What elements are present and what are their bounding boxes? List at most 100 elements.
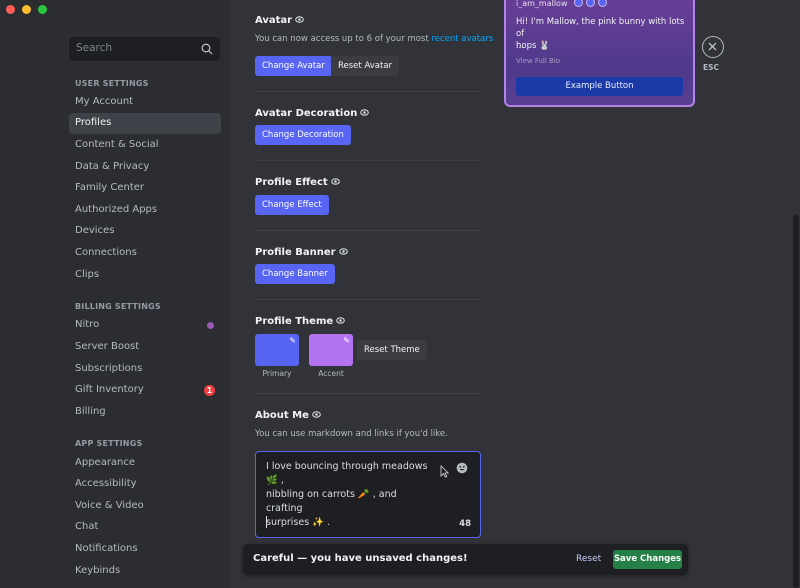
view-full-bio-link[interactable]: View Full Bio xyxy=(516,57,560,65)
preview-bio: Hi! I'm Mallow, the pink bunny with lots… xyxy=(516,16,686,52)
sidebar-item-devices[interactable]: Devices xyxy=(69,221,221,242)
section-divider xyxy=(255,91,481,92)
badge-icon xyxy=(586,0,595,7)
mouse-cursor-icon xyxy=(440,465,449,478)
sidebar-item-keybinds[interactable]: Keybinds xyxy=(69,561,221,582)
sidebar-item-data-privacy[interactable]: Data & Privacy xyxy=(69,157,221,178)
effect-section-title: Profile Effect xyxy=(255,177,340,188)
change-effect-button[interactable]: Change Effect xyxy=(255,195,329,215)
unsaved-changes-bar: Careful — you have unsaved changes! Rese… xyxy=(243,544,688,575)
preview-username: i_am_mallow xyxy=(516,0,568,8)
sidebar-item-notifications[interactable]: Notifications xyxy=(69,539,221,560)
sidebar-item-accessibility[interactable]: Accessibility xyxy=(69,474,221,495)
preview-eye-icon xyxy=(336,317,345,324)
theme-title: Profile Theme xyxy=(255,316,334,327)
change-decoration-button[interactable]: Change Decoration xyxy=(255,125,351,145)
example-button[interactable]: Example Button xyxy=(516,77,683,96)
section-divider xyxy=(255,299,481,300)
preview-eye-icon xyxy=(312,411,321,418)
about-line: nibbling on carrots 🥕 , and crafting xyxy=(266,489,397,514)
section-divider xyxy=(255,393,481,394)
unsaved-changes-message: Careful — you have unsaved changes! xyxy=(253,553,468,564)
about-hint: You can use markdown and links if you'd … xyxy=(255,429,448,439)
pencil-icon: ✎ xyxy=(289,336,296,345)
change-banner-button[interactable]: Change Banner xyxy=(255,264,335,284)
avatar-hint-text: You can now access up to 6 of your most xyxy=(255,34,429,44)
sidebar-item-server-boost[interactable]: Server Boost xyxy=(69,337,221,358)
user-settings-header: USER SETTINGS xyxy=(75,79,149,88)
section-divider xyxy=(255,160,481,161)
about-title: About Me xyxy=(255,410,309,421)
sidebar-item-authorized-apps[interactable]: Authorized Apps xyxy=(69,200,221,221)
search-input[interactable]: Search xyxy=(69,37,220,61)
nitro-icon xyxy=(207,322,214,329)
close-icon xyxy=(708,42,717,51)
banner-title: Profile Banner xyxy=(255,247,336,258)
sidebar-item-profiles[interactable]: Profiles xyxy=(69,113,221,134)
billing-settings-header: BILLING SETTINGS xyxy=(75,302,161,311)
sidebar-item-connections[interactable]: Connections xyxy=(69,243,221,264)
avatar-section-title: Avatar xyxy=(255,15,304,26)
reset-avatar-button[interactable]: Reset Avatar xyxy=(331,56,400,76)
sidebar-item-subscriptions[interactable]: Subscriptions xyxy=(69,359,221,380)
bio-line: hops 🐰 xyxy=(516,41,550,51)
sidebar-item-family-center[interactable]: Family Center xyxy=(69,178,221,199)
preview-eye-icon xyxy=(330,178,340,185)
notification-badge: 1 xyxy=(204,385,215,396)
decoration-section-title: Avatar Decoration xyxy=(255,108,370,119)
preview-eye-icon xyxy=(295,16,304,23)
accent-swatch-label: Accent xyxy=(318,369,344,378)
bio-ellipsis: ... xyxy=(516,41,524,50)
primary-color-swatch[interactable]: ✎ xyxy=(255,334,299,366)
profile-preview-card: i_am_mallow Hi! I'm Mallow, the pink bun… xyxy=(504,0,695,107)
character-counter: 48 xyxy=(459,519,471,529)
about-section-title: About Me xyxy=(255,410,321,421)
decoration-title: Avatar Decoration xyxy=(255,108,358,119)
accent-color-swatch[interactable]: ✎ xyxy=(309,334,353,366)
sidebar-item-content-social[interactable]: Content & Social xyxy=(69,135,221,156)
section-divider xyxy=(255,230,481,231)
sidebar-item-voice-video[interactable]: Voice & Video xyxy=(69,496,221,517)
banner-section-title: Profile Banner xyxy=(255,247,348,258)
sidebar-item-billing[interactable]: Billing xyxy=(69,402,221,423)
preview-eye-icon xyxy=(338,248,348,255)
save-changes-button[interactable]: Save Changes xyxy=(613,550,682,569)
close-window-button[interactable] xyxy=(6,5,15,14)
sidebar-item-appearance[interactable]: Appearance xyxy=(69,453,221,474)
sidebar-item-chat[interactable]: Chat xyxy=(69,517,221,538)
sidebar-item-clips[interactable]: Clips xyxy=(69,265,221,286)
app-settings-header: APP SETTINGS xyxy=(75,439,143,448)
preview-eye-icon xyxy=(360,109,370,116)
reset-theme-button[interactable]: Reset Theme xyxy=(357,340,427,360)
avatar-hint: You can now access up to 6 of your most … xyxy=(255,34,493,44)
settings-sidebar: Search USER SETTINGS My Account Profiles… xyxy=(0,0,230,588)
about-line: I love bouncing through meadows 🌿 , xyxy=(266,461,428,486)
theme-section-title: Profile Theme xyxy=(255,316,345,327)
search-icon xyxy=(201,43,213,55)
avatar-title: Avatar xyxy=(255,15,293,26)
close-settings-button[interactable] xyxy=(702,36,724,58)
sidebar-item-label: Gift Inventory xyxy=(75,384,144,395)
window-controls xyxy=(6,5,47,14)
reset-changes-button[interactable]: Reset xyxy=(576,554,601,564)
recent-avatars-link[interactable]: recent avatars xyxy=(431,34,493,44)
pencil-icon: ✎ xyxy=(343,336,350,345)
profile-badges xyxy=(574,0,607,7)
badge-icon xyxy=(574,0,583,7)
sidebar-item-label: Nitro xyxy=(75,319,100,330)
esc-label: ESC xyxy=(703,63,720,72)
minimize-window-button[interactable] xyxy=(22,5,31,14)
about-me-text: I love bouncing through meadows 🌿 , nibb… xyxy=(266,460,436,530)
sidebar-item-gift-inventory[interactable]: Gift Inventory 1 xyxy=(69,380,221,401)
change-avatar-button[interactable]: Change Avatar xyxy=(255,56,332,76)
emoji-picker-icon[interactable] xyxy=(456,462,468,474)
sidebar-item-nitro[interactable]: Nitro xyxy=(69,315,221,336)
zoom-window-button[interactable] xyxy=(38,5,47,14)
primary-swatch-label: Primary xyxy=(262,369,292,378)
scrollbar-thumb[interactable] xyxy=(793,215,799,588)
bio-line: Hi! I'm Mallow, the pink bunny with lots… xyxy=(516,17,685,39)
sidebar-item-my-account[interactable]: My Account xyxy=(69,92,221,113)
about-line: surprises ✨ . xyxy=(266,517,331,528)
effect-title: Profile Effect xyxy=(255,177,328,188)
badge-icon xyxy=(598,0,607,7)
